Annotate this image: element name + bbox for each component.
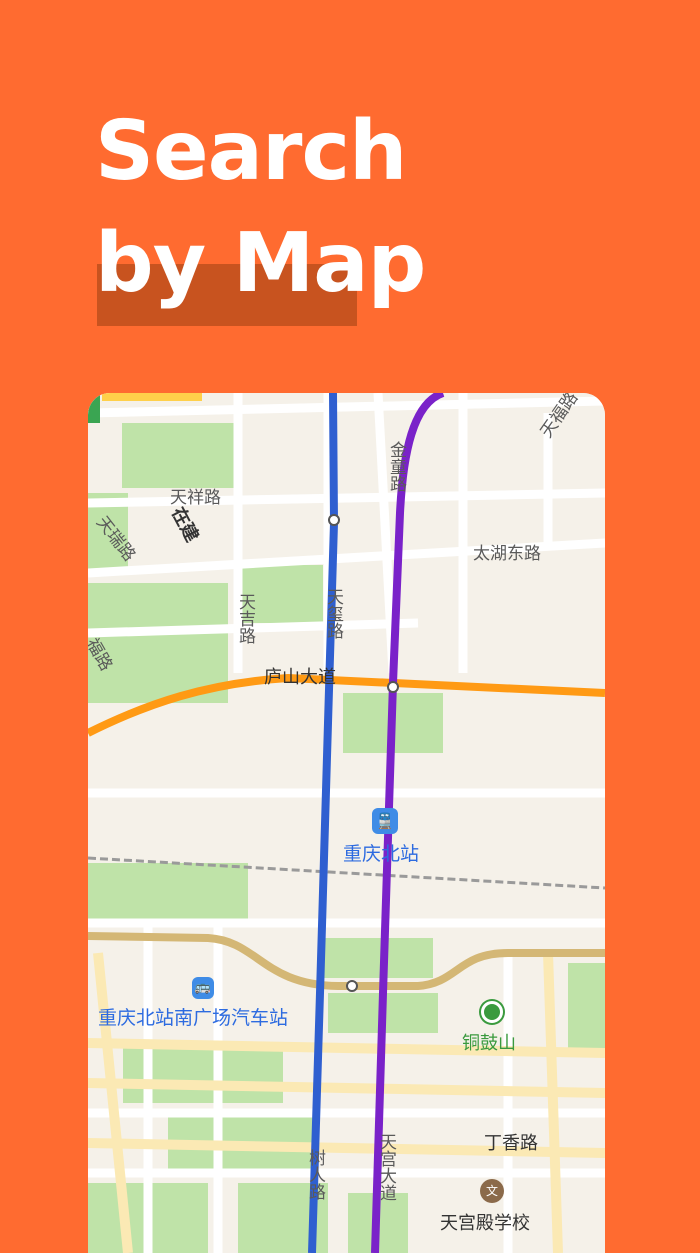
poi-tonggu-mountain[interactable]: 铜鼓山 xyxy=(462,1029,516,1055)
road-tianji: 天吉路 xyxy=(235,593,255,644)
headline-line-1: Search xyxy=(95,104,407,199)
park-icon[interactable] xyxy=(481,1001,503,1023)
poi-tiangong-school[interactable]: 天宫殿学校 xyxy=(440,1209,530,1235)
road-tianxi: 天玺路 xyxy=(323,588,343,639)
station-bus[interactable]: 重庆北站南广场汽车站 xyxy=(98,1003,288,1030)
map-canvas xyxy=(88,393,605,1253)
road-lushan: 庐山大道 xyxy=(264,667,336,688)
train-station-icon[interactable]: 🚆 xyxy=(372,808,398,834)
map-view[interactable]: 天福路 天祥路 金童路 在建 天瑞路 太湖东路 天吉路 天玺路 庐山大道 福路 … xyxy=(88,393,605,1253)
headline-line-2: by Map xyxy=(95,216,426,311)
station-chongqing-north[interactable]: 重庆北站 xyxy=(343,839,419,866)
headline: Search xyxy=(95,96,407,208)
headline-second: by Map xyxy=(95,208,426,320)
road-dingxiang: 丁香路 xyxy=(484,1133,538,1154)
road-tiangong: 天宫大道 xyxy=(376,1133,396,1201)
school-icon[interactable]: 文 xyxy=(480,1179,504,1203)
road-taihu-east: 太湖东路 xyxy=(473,544,541,564)
road-tianxiang: 天祥路 xyxy=(170,488,221,508)
road-jintong: 金童路 xyxy=(386,441,406,492)
road-shushi: 树人路 xyxy=(305,1149,325,1200)
bus-station-icon[interactable]: 🚌 xyxy=(192,977,214,999)
